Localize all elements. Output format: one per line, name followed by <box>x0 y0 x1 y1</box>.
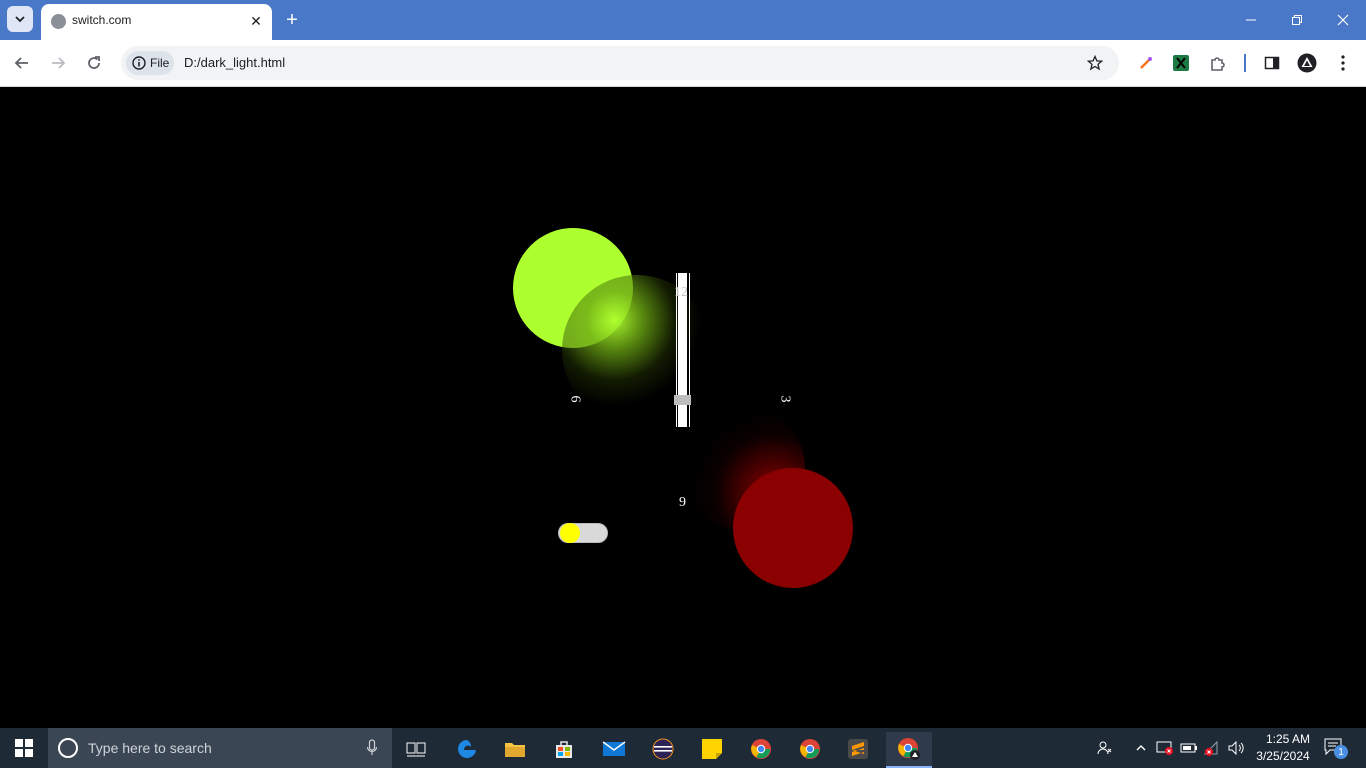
page-canvas: 12 3 6 9 <box>0 87 1366 728</box>
start-button[interactable] <box>0 728 48 768</box>
search-placeholder: Type here to search <box>88 740 212 756</box>
side-panel-button[interactable] <box>1257 48 1287 78</box>
new-tab-button[interactable]: + <box>281 9 303 31</box>
task-view-button[interactable] <box>396 732 436 766</box>
people-icon <box>1097 741 1112 755</box>
task-view-icon <box>406 742 426 757</box>
title-bar: switch.com ✕ + <box>0 0 1366 40</box>
microphone-icon[interactable] <box>366 739 378 757</box>
shopping-bag-icon <box>556 741 572 758</box>
moon-circle <box>733 468 853 588</box>
more-vertical-icon <box>1341 55 1345 71</box>
shield-alert-icon <box>1156 741 1173 755</box>
browser-toolbar: File D:/dark_light.html <box>0 40 1366 87</box>
taskbar-date[interactable]: 3/25/2024 <box>1252 749 1314 763</box>
chrome-profile-icon <box>898 738 920 760</box>
volume-tray-icon[interactable] <box>1226 738 1246 758</box>
minimize-icon <box>1246 19 1256 21</box>
file-chip-label: File <box>150 56 170 70</box>
info-icon <box>132 56 146 70</box>
chrome-icon <box>800 739 820 759</box>
mail-taskbar-icon[interactable] <box>594 732 634 766</box>
toolbar-divider <box>1244 54 1246 72</box>
battery-tray-icon[interactable] <box>1179 738 1199 758</box>
restore-button[interactable] <box>1274 0 1320 40</box>
chrome-taskbar-icon-2[interactable] <box>790 732 830 766</box>
clock-numeral-6: 6 <box>567 395 583 403</box>
tab-close-button[interactable]: ✕ <box>247 12 265 30</box>
sublime-text-taskbar-icon[interactable] <box>838 732 878 766</box>
speaker-icon <box>1228 740 1244 756</box>
forward-button[interactable] <box>43 48 73 78</box>
star-icon <box>1087 55 1103 71</box>
puzzle-icon <box>1211 57 1225 71</box>
cortana-icon <box>58 738 78 758</box>
taskbar-time[interactable]: 1:25 AM <box>1258 732 1318 746</box>
security-tray-icon[interactable] <box>1155 738 1175 758</box>
chevron-down-icon <box>15 16 25 23</box>
address-bar[interactable]: File D:/dark_light.html <box>121 46 1119 80</box>
excel-extension-button[interactable] <box>1166 48 1196 78</box>
sticky-note-icon <box>702 739 722 759</box>
arrow-right-icon <box>52 57 66 69</box>
notification-count-badge: 1 <box>1334 745 1348 759</box>
extensions-button[interactable] <box>1203 48 1233 78</box>
eclipse-taskbar-icon[interactable] <box>643 732 683 766</box>
side-panel-icon <box>1264 56 1280 70</box>
arrow-left-icon <box>14 57 28 69</box>
browser-tab[interactable]: switch.com ✕ <box>41 4 272 40</box>
chrome-icon <box>751 739 771 759</box>
bookmark-star-button[interactable] <box>1082 51 1108 75</box>
sticky-notes-taskbar-icon[interactable] <box>692 732 732 766</box>
profile-button[interactable] <box>1292 48 1322 78</box>
show-hidden-icons-button[interactable] <box>1131 738 1151 758</box>
action-center-button[interactable]: 1 <box>1322 736 1350 760</box>
url-text[interactable]: D:/dark_light.html <box>184 55 285 70</box>
network-disconnected-icon <box>1203 740 1218 756</box>
clock-numeral-3: 3 <box>777 395 793 403</box>
network-tray-icon[interactable] <box>1202 738 1222 758</box>
chrome-profile-taskbar-icon[interactable] <box>886 732 932 768</box>
clock-numeral-9: 9 <box>679 495 686 510</box>
edge-taskbar-icon[interactable] <box>447 732 487 766</box>
chevron-up-icon <box>1136 745 1146 751</box>
tab-search-button[interactable] <box>7 6 33 32</box>
clock-hub <box>674 395 691 405</box>
clock-numeral-12: 12 <box>674 285 688 300</box>
reload-button[interactable] <box>79 48 109 78</box>
color-picker-extension-button[interactable] <box>1131 48 1161 78</box>
dark-light-toggle[interactable] <box>558 523 608 543</box>
back-button[interactable] <box>7 48 37 78</box>
people-tray-button[interactable] <box>1095 738 1115 758</box>
minimize-button[interactable] <box>1228 0 1274 40</box>
file-explorer-taskbar-icon[interactable] <box>495 732 535 766</box>
reload-icon <box>88 56 100 69</box>
globe-icon <box>51 14 66 29</box>
edge-icon <box>458 740 476 758</box>
folder-icon <box>505 743 525 757</box>
windows-taskbar: Type here to search 1:25 AM 3/25/2024 1 <box>0 728 1366 768</box>
sublime-text-icon <box>848 739 868 759</box>
restore-icon <box>1292 15 1302 25</box>
browser-menu-button[interactable] <box>1328 48 1358 78</box>
eyedropper-icon <box>1140 57 1152 69</box>
taskbar-search-box[interactable]: Type here to search <box>48 728 392 768</box>
close-window-button[interactable] <box>1320 0 1366 40</box>
avatar-icon <box>1297 53 1317 73</box>
battery-icon <box>1180 743 1197 753</box>
toggle-knob[interactable] <box>560 523 580 543</box>
tab-title: switch.com <box>72 13 132 27</box>
excel-icon <box>1173 55 1189 71</box>
site-info-chip[interactable]: File <box>126 51 174 75</box>
eclipse-icon <box>652 738 674 760</box>
windows-logo-icon <box>15 739 33 757</box>
chrome-taskbar-icon[interactable] <box>741 732 781 766</box>
store-taskbar-icon[interactable] <box>544 732 584 766</box>
mail-icon <box>602 741 626 756</box>
close-icon <box>1337 14 1349 26</box>
